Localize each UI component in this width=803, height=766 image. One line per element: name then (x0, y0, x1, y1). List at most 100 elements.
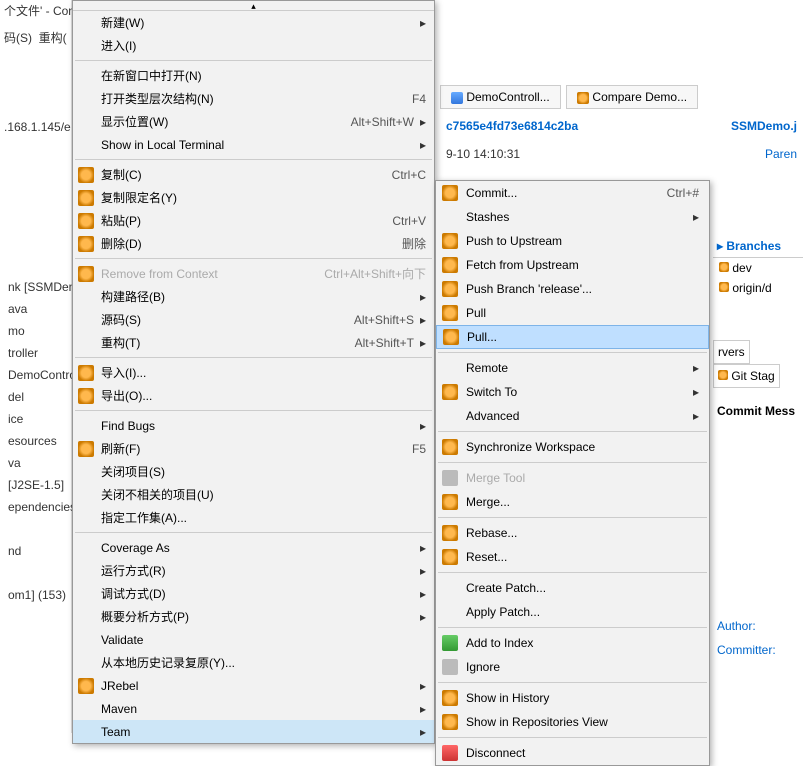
submenu-item-merge[interactable]: Merge... (436, 490, 709, 514)
tree-item[interactable]: ava (4, 300, 67, 322)
submenu-item-show-in-repositories-view[interactable]: Show in Repositories View (436, 710, 709, 734)
java-icon (451, 92, 463, 104)
submenu-item-switch-to[interactable]: Switch To▸ (436, 380, 709, 404)
submenu-item-add-to-index[interactable]: Add to Index (436, 631, 709, 655)
menu-item-coverage-as[interactable]: Coverage As▸ (73, 536, 434, 559)
tree-item[interactable]: del (4, 388, 67, 410)
tree-item[interactable]: va (4, 454, 67, 476)
menu-item-c[interactable]: 复制(C)Ctrl+C (73, 163, 434, 186)
tree-item[interactable]: troller (4, 344, 67, 366)
menu-item-o[interactable]: 导出(O)... (73, 384, 434, 407)
menu-item-s[interactable]: 源码(S)Alt+Shift+S▸ (73, 308, 434, 331)
submenu-item-pull[interactable]: Pull (436, 301, 709, 325)
menu-item-p[interactable]: 粘贴(P)Ctrl+V (73, 209, 434, 232)
submenu-item-disconnect[interactable]: Disconnect (436, 741, 709, 765)
committer-label: Committer: (717, 643, 776, 657)
menu-item-r[interactable]: 运行方式(R)▸ (73, 559, 434, 582)
branch-dev[interactable]: dev (713, 258, 803, 278)
reset-icon (442, 549, 458, 565)
tree-item[interactable] (4, 564, 67, 586)
submenu-item-synchronize-workspace[interactable]: Synchronize Workspace (436, 435, 709, 459)
editor-tabs: DemoControll... Compare Demo... (440, 85, 803, 115)
scroll-up[interactable]: ▴ (73, 1, 434, 11)
submenu-item-rebase[interactable]: Rebase... (436, 521, 709, 545)
menu-item-b[interactable]: 构建路径(B)▸ (73, 285, 434, 308)
disconnect-icon (442, 745, 458, 761)
submenu-arrow-icon: ▸ (420, 336, 426, 350)
tab-democontroller[interactable]: DemoControll... (440, 85, 561, 109)
switch-icon (442, 384, 458, 400)
tree-item[interactable]: mo (4, 322, 67, 344)
menu-item-w[interactable]: 新建(W)▸ (73, 11, 434, 34)
submenu-item-apply-patch[interactable]: Apply Patch... (436, 600, 709, 624)
submenu-arrow-icon: ▸ (693, 409, 699, 423)
project-link[interactable]: SSMDemo.j (731, 119, 797, 133)
menu-item-w[interactable]: 显示位置(W)Alt+Shift+W▸ (73, 110, 434, 133)
submenu-arrow-icon: ▸ (420, 419, 426, 433)
menu-item-i[interactable]: 进入(I) (73, 34, 434, 57)
tab-compare[interactable]: Compare Demo... (566, 85, 698, 109)
menu-item-p[interactable]: 概要分析方式(P)▸ (73, 605, 434, 628)
parent-link[interactable]: Paren (765, 147, 797, 161)
tab-git-staging[interactable]: Git Stag (713, 364, 780, 388)
branch-origin[interactable]: origin/d (713, 278, 803, 298)
submenu-item-push-to-upstream[interactable]: Push to Upstream (436, 229, 709, 253)
submenu-item-pull[interactable]: Pull... (436, 325, 709, 349)
menu-item-i[interactable]: 导入(I)... (73, 361, 434, 384)
menu-item-s[interactable]: 关闭项目(S) (73, 460, 434, 483)
context-menu[interactable]: ▴新建(W)▸进入(I) 在新窗口中打开(N)打开类型层次结构(N)F4显示位置(… (72, 0, 435, 744)
commit-hash[interactable]: c7565e4fd73e6814c2ba (446, 119, 578, 133)
submenu-item-stashes[interactable]: Stashes▸ (436, 205, 709, 229)
team-submenu[interactable]: Commit...Ctrl+#Stashes▸Push to UpstreamF… (435, 180, 710, 766)
menu-item-d[interactable]: 调试方式(D)▸ (73, 582, 434, 605)
commit-message-label: Commit Mess (713, 400, 803, 422)
submenu-item-ignore[interactable]: Ignore (436, 655, 709, 679)
menu-item-t[interactable]: 重构(T)Alt+Shift+T▸ (73, 331, 434, 354)
submenu-arrow-icon: ▸ (420, 702, 426, 716)
menu-item-show-in-local-terminal[interactable]: Show in Local Terminal▸ (73, 133, 434, 156)
tree-item[interactable]: nk [SSMDen (4, 278, 67, 300)
menu-item-jrebel[interactable]: JRebel▸ (73, 674, 434, 697)
menu-item-n[interactable]: 在新窗口中打开(N) (73, 64, 434, 87)
submenu-item-reset[interactable]: Reset... (436, 545, 709, 569)
menu-item-u[interactable]: 关闭不相关的项目(U) (73, 483, 434, 506)
submenu-item-push-branch-release[interactable]: Push Branch 'release'... (436, 277, 709, 301)
add-index-icon (442, 635, 458, 651)
menu-item-team[interactable]: Team▸ (73, 720, 434, 743)
menu-item-maven[interactable]: Maven▸ (73, 697, 434, 720)
submenu-item-fetch-from-upstream[interactable]: Fetch from Upstream (436, 253, 709, 277)
submenu-item-commit[interactable]: Commit...Ctrl+# (436, 181, 709, 205)
submenu-arrow-icon: ▸ (420, 679, 426, 693)
tab-servers[interactable]: rvers (713, 340, 750, 364)
submenu-item-advanced[interactable]: Advanced▸ (436, 404, 709, 428)
tree-item[interactable]: esources (4, 432, 67, 454)
paste-icon (78, 213, 94, 229)
tree-item[interactable]: DemoContro (4, 366, 67, 388)
tree-item[interactable]: [J2SE-1.5] (4, 476, 67, 498)
menu-item-find-bugs[interactable]: Find Bugs▸ (73, 414, 434, 437)
left-sidebar-fragment: 个文件' - Con 码(S) 重构( .168.1.145/e nk [SSM… (0, 0, 72, 733)
branches-header[interactable]: ▸ Branches (713, 235, 803, 258)
separator (75, 532, 432, 533)
menu-item-y[interactable]: 复制限定名(Y) (73, 186, 434, 209)
submenu-arrow-icon: ▸ (693, 385, 699, 399)
menu-item-d[interactable]: 删除(D)删除 (73, 232, 434, 255)
menu-item-y[interactable]: 从本地历史记录复原(Y)... (73, 651, 434, 674)
tree-item[interactable] (4, 520, 67, 542)
submenu-item-remote[interactable]: Remote▸ (436, 356, 709, 380)
separator (75, 60, 432, 61)
menu-item-f[interactable]: 刷新(F)F5 (73, 437, 434, 460)
refresh-icon (78, 441, 94, 457)
submenu-item-create-patch[interactable]: Create Patch... (436, 576, 709, 600)
submenu-item-show-in-history[interactable]: Show in History (436, 686, 709, 710)
submenu-arrow-icon: ▸ (420, 610, 426, 624)
tree-item[interactable]: ependencies (4, 498, 67, 520)
menu-item-validate[interactable]: Validate (73, 628, 434, 651)
separator (75, 410, 432, 411)
menu-item-a[interactable]: 指定工作集(A)... (73, 506, 434, 529)
commit-icon (442, 185, 458, 201)
tree-item[interactable]: nd (4, 542, 67, 564)
tree-item[interactable]: om1] (153) (4, 586, 67, 608)
tree-item[interactable]: ice (4, 410, 67, 432)
menu-item-n[interactable]: 打开类型层次结构(N)F4 (73, 87, 434, 110)
